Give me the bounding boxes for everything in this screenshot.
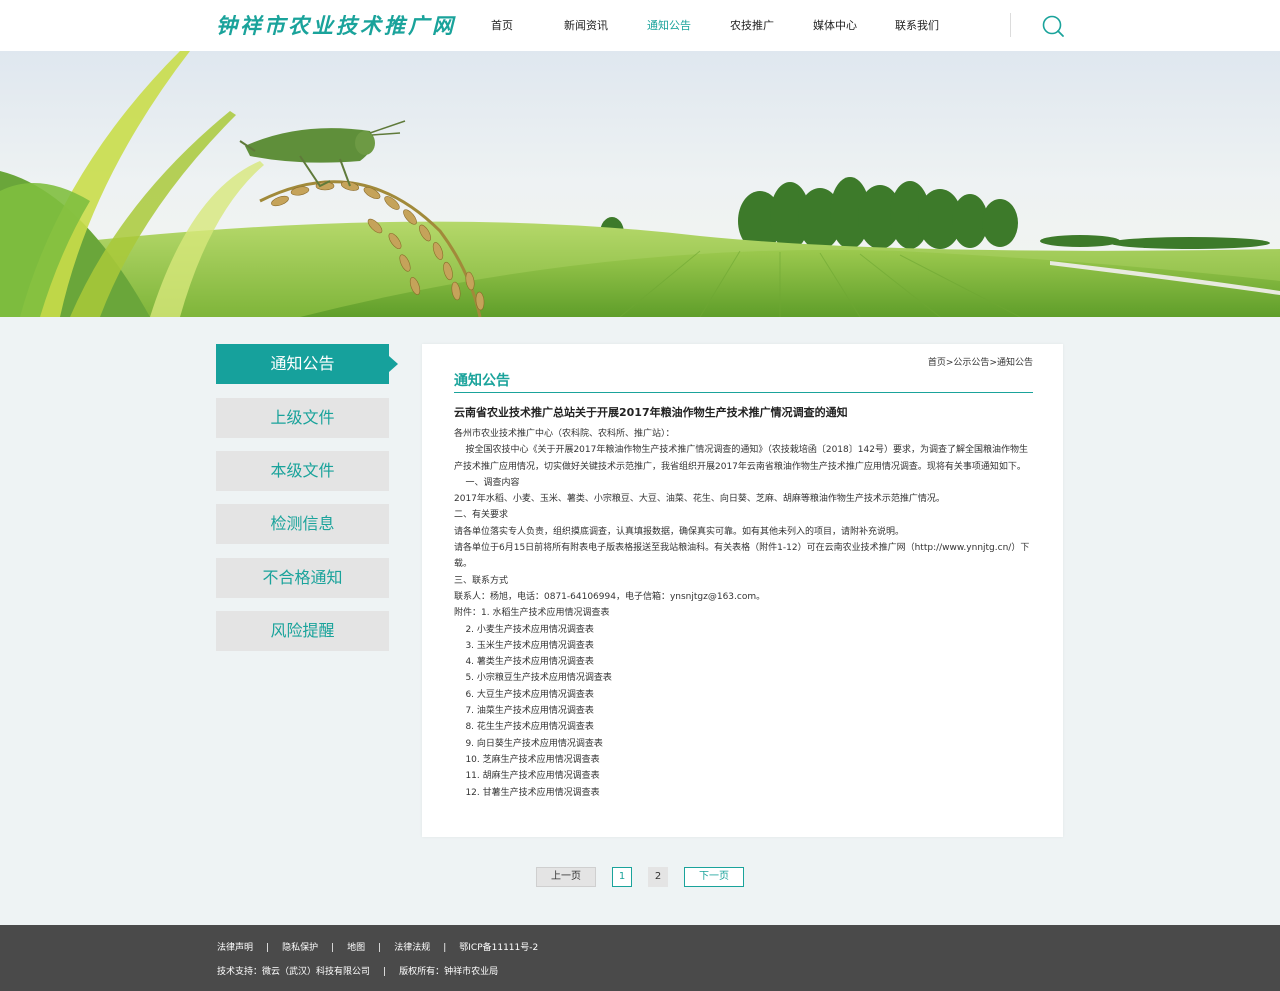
- breadcrumb-current[interactable]: 通知公告: [997, 358, 1033, 368]
- article-paragraph: 各州市农业技术推广中心（农科院、农科所、推广站）：: [454, 429, 675, 439]
- footer-separator: |: [266, 943, 270, 953]
- site-header: 钟祥市农业技术推广网 首页 新闻资讯 通知公告 农技推广 媒体中心 联系我们: [0, 0, 1280, 51]
- article-paragraph: 2017年水稻、小麦、玉米、薯类、小宗粮豆、大豆、油菜、花生、向日葵、芝麻、胡麻…: [454, 494, 945, 505]
- footer-separator: |: [383, 967, 387, 977]
- breadcrumb-announcements[interactable]: 公示公告: [953, 358, 989, 368]
- section-divider: [454, 392, 1033, 393]
- nav-item-home[interactable]: 首页: [491, 17, 513, 33]
- footer-separator: |: [331, 943, 335, 953]
- content-panel: 首页>公示公告>通知公告 通知公告 云南省农业技术推广总站关于开展2017年粮油…: [422, 344, 1063, 837]
- article-paragraph: 请各单位于6月15日前将所有附表电子版表格报送至我站粮油科。有关表格（附件1-1…: [454, 543, 1030, 570]
- nav-item-news[interactable]: 新闻资讯: [564, 17, 608, 33]
- attachment-item: 9. 向日葵生产技术应用情况调查表: [454, 738, 603, 749]
- footer-link-privacy[interactable]: 隐私保护: [282, 943, 318, 953]
- footer-link-regulations[interactable]: 法律法规: [394, 943, 430, 953]
- attachment-item: 5. 小宗粮豆生产技术应用情况调查表: [454, 673, 612, 684]
- prev-page-button[interactable]: 上一页: [536, 867, 596, 887]
- page-number-2[interactable]: 2: [648, 867, 668, 887]
- nav-item-contact[interactable]: 联系我们: [895, 17, 939, 33]
- sidebar-item-notices[interactable]: 通知公告: [216, 344, 389, 384]
- article-paragraph: 联系人：杨旭，电话：0871-64106994，电子信箱：ynsnjtgz@16…: [454, 591, 766, 602]
- pagination: 上一页 1 2 下一页: [0, 867, 1280, 887]
- article-body: 各州市农业技术推广中心（农科院、农科所、推广站）： 按全国农技中心《关于开展20…: [454, 426, 1034, 801]
- footer-separator: |: [443, 943, 447, 953]
- nav-item-media[interactable]: 媒体中心: [813, 17, 857, 33]
- article-paragraph: 一、调查内容: [454, 477, 520, 488]
- footer-links: 法律声明 | 隐私保护 | 地图 | 法律法规 | 鄂ICP备11111号-2: [217, 940, 538, 953]
- footer-link-legal[interactable]: 法律声明: [217, 943, 253, 953]
- breadcrumb-separator: >: [989, 358, 997, 368]
- breadcrumb: 首页>公示公告>通知公告: [928, 355, 1033, 368]
- footer-link-map[interactable]: 地图: [347, 943, 365, 953]
- header-divider: [1010, 13, 1011, 37]
- sidebar-item-nonconformity[interactable]: 不合格通知: [216, 558, 389, 598]
- site-footer: 法律声明 | 隐私保护 | 地图 | 法律法规 | 鄂ICP备11111号-2 技术支持：微云（…: [0, 925, 1280, 991]
- nav-item-extension[interactable]: 农技推广: [730, 17, 774, 33]
- hero-banner: [0, 51, 1280, 317]
- page-number-1[interactable]: 1: [612, 867, 632, 887]
- sidebar-item-superior-docs[interactable]: 上级文件: [216, 398, 389, 438]
- article-paragraph: 三、联系方式: [454, 575, 509, 586]
- next-page-button[interactable]: 下一页: [684, 867, 744, 887]
- attachment-item: 12. 甘薯生产技术应用情况调查表: [454, 787, 600, 798]
- article-paragraph: 按全国农技中心《关于开展2017年粮油作物生产技术推广情况调查的通知》（农技栽培…: [454, 445, 1028, 472]
- search-icon[interactable]: [1040, 14, 1066, 40]
- attachment-item: 6. 大豆生产技术应用情况调查表: [454, 689, 594, 700]
- breadcrumb-home[interactable]: 首页: [928, 358, 946, 368]
- banner-image: [0, 51, 1280, 317]
- sidebar-item-local-docs[interactable]: 本级文件: [216, 451, 389, 491]
- article-paragraph: 请各单位落实专人负责，组织摸底调查，认真填报数据，确保真实可靠。如有其他未列入的…: [454, 526, 905, 537]
- footer-icp-number[interactable]: 鄂ICP备11111号-2: [459, 943, 538, 953]
- attachment-item: 2. 小麦生产技术应用情况调查表: [454, 624, 594, 635]
- section-title: 通知公告: [454, 373, 510, 389]
- nav-item-notices[interactable]: 通知公告: [647, 17, 691, 33]
- sidebar-item-inspection-info[interactable]: 检测信息: [216, 504, 389, 544]
- sidebar-item-risk-alert[interactable]: 风险提醒: [216, 611, 389, 651]
- attachment-item: 11. 胡麻生产技术应用情况调查表: [454, 771, 600, 782]
- attachment-item: 10. 芝麻生产技术应用情况调查表: [454, 754, 600, 765]
- article-title: 云南省农业技术推广总站关于开展2017年粮油作物生产技术推广情况调查的通知: [454, 406, 848, 419]
- footer-credits: 技术支持：微云（武汉）科技有限公司 | 版权所有：钟祥市农业局: [217, 964, 498, 977]
- site-logo[interactable]: 钟祥市农业技术推广网: [216, 10, 456, 40]
- article-paragraph: 二、有关要求: [454, 510, 509, 521]
- active-indicator-arrow: [389, 356, 398, 372]
- attachment-item: 7. 油菜生产技术应用情况调查表: [454, 706, 594, 717]
- footer-copyright: 版权所有：钟祥市农业局: [399, 967, 499, 977]
- attachment-item: 8. 花生生产技术应用情况调查表: [454, 722, 594, 733]
- footer-tech-support: 技术支持：微云（武汉）科技有限公司: [217, 967, 371, 977]
- attachment-item: 4. 薯类生产技术应用情况调查表: [454, 657, 594, 668]
- footer-separator: |: [378, 943, 382, 953]
- attachment-item: 附件：1. 水稻生产技术应用情况调查表: [454, 608, 610, 619]
- attachment-item: 3. 玉米生产技术应用情况调查表: [454, 640, 594, 651]
